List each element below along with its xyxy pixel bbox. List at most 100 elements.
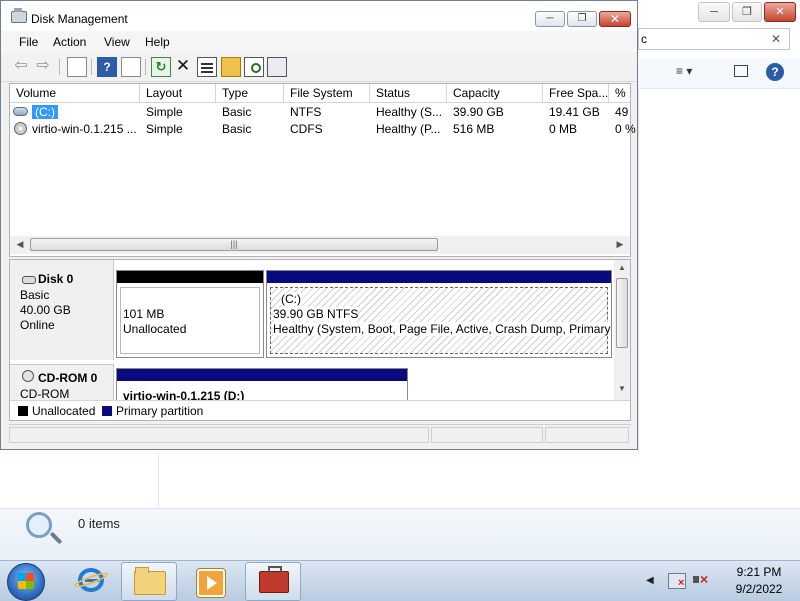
vertical-scrollbar[interactable]: ▲ ▼ bbox=[614, 260, 630, 406]
volume-capacity: 39.90 GB bbox=[453, 105, 504, 119]
disk-size: 40.00 GB bbox=[20, 303, 71, 317]
col-free-space[interactable]: Free Spa... bbox=[543, 84, 609, 102]
explorer-close-button[interactable]: ✕ bbox=[764, 2, 796, 22]
titlebar: Disk Management ─ ❐ ✕ bbox=[1, 1, 637, 31]
col-type[interactable]: Type bbox=[216, 84, 284, 102]
menu-help[interactable]: Help bbox=[145, 35, 170, 49]
volume-capacity: 516 MB bbox=[453, 122, 495, 136]
explorer-toolbar: ≡ ▾ ? bbox=[638, 58, 800, 89]
explorer-maximize-button[interactable]: ❐ bbox=[732, 2, 762, 22]
col-file-system[interactable]: File System bbox=[284, 84, 370, 102]
status-panel bbox=[9, 427, 429, 443]
settings-icon[interactable] bbox=[267, 57, 287, 77]
open-folder-icon[interactable] bbox=[221, 57, 241, 77]
scroll-right-icon[interactable]: ▶ bbox=[614, 238, 626, 251]
explorer-search-bar[interactable]: c ✕ bbox=[638, 28, 800, 50]
clock-date[interactable]: 9/2/2022 bbox=[724, 582, 794, 596]
minimize-button[interactable]: ─ bbox=[535, 11, 565, 27]
col-percent-free[interactable]: % F bbox=[609, 84, 630, 102]
taskbar-internet-explorer[interactable] bbox=[64, 562, 118, 599]
status-panel bbox=[545, 427, 629, 443]
c-drive-partition[interactable]: (C:) 39.90 GB NTFS Healthy (System, Boot… bbox=[266, 270, 612, 358]
primary-partition-bar bbox=[117, 369, 407, 381]
partition-desc: Unallocated bbox=[123, 322, 187, 336]
volume-percent-free: 49 bbox=[615, 105, 629, 119]
partition-size: 101 MB bbox=[123, 307, 165, 321]
item-count: 0 items bbox=[78, 516, 120, 531]
up-one-level-icon[interactable] bbox=[67, 57, 87, 77]
refresh-icon[interactable]: ↻ bbox=[151, 57, 171, 77]
unallocated-bar bbox=[117, 271, 263, 283]
explorer-nav-divider bbox=[158, 452, 159, 507]
volume-row[interactable]: (C:) Simple Basic NTFS Healthy (S... 39.… bbox=[10, 104, 630, 120]
scroll-up-icon[interactable]: ▲ bbox=[616, 263, 628, 275]
unallocated-partition[interactable]: 101 MB Unallocated bbox=[116, 270, 264, 358]
col-capacity[interactable]: Capacity bbox=[447, 84, 543, 102]
volume-layout: Simple bbox=[146, 105, 183, 119]
show-hide-console-icon[interactable] bbox=[121, 57, 141, 77]
cd-drive-icon bbox=[14, 122, 27, 135]
vertical-scroll-thumb[interactable] bbox=[616, 278, 628, 348]
network-disconnected-icon[interactable] bbox=[668, 573, 686, 589]
menubar: File Action View Help bbox=[1, 31, 637, 53]
clear-search-icon[interactable]: ✕ bbox=[771, 32, 781, 46]
cdrom-0-label-panel[interactable]: CD-ROM 0 CD-ROM bbox=[10, 364, 114, 404]
delete-icon[interactable]: ✕ bbox=[173, 57, 193, 77]
partition-label: (C:) bbox=[281, 292, 301, 306]
horizontal-scroll-thumb[interactable]: ||| bbox=[30, 238, 438, 251]
taskbar-disk-management[interactable] bbox=[245, 562, 301, 601]
volume-row[interactable]: virtio-win-0.1.215 ... Simple Basic CDFS… bbox=[10, 121, 636, 137]
help-icon[interactable]: ? bbox=[766, 63, 784, 81]
views-icon[interactable]: ≡ ▾ bbox=[676, 64, 692, 78]
properties-icon[interactable] bbox=[197, 57, 217, 77]
explorer-search-text: c bbox=[641, 32, 647, 46]
menu-view[interactable]: View bbox=[104, 35, 130, 49]
scroll-down-icon[interactable]: ▼ bbox=[616, 384, 628, 396]
maximize-button[interactable]: ❐ bbox=[567, 11, 597, 27]
volume-muted-icon[interactable] bbox=[692, 571, 708, 587]
explorer-pane-divider bbox=[638, 88, 639, 453]
search-icon[interactable] bbox=[244, 57, 264, 77]
volume-file-system: NTFS bbox=[290, 105, 322, 119]
media-player-icon bbox=[197, 569, 225, 597]
disk-graphical-view: Disk 0 Basic 40.00 GB Online 101 MB Unal… bbox=[9, 259, 631, 421]
back-icon[interactable]: ⇦ bbox=[11, 57, 31, 77]
col-volume[interactable]: Volume bbox=[10, 84, 140, 102]
show-hidden-icons-icon[interactable]: ◀ bbox=[646, 575, 662, 589]
status-bar bbox=[9, 424, 631, 447]
hard-drive-icon bbox=[13, 107, 28, 116]
volume-name: virtio-win-0.1.215 ... bbox=[32, 122, 137, 136]
legend: Unallocated Primary partition bbox=[10, 400, 630, 420]
explorer-caption-buttons: ─ ❐ ✕ bbox=[698, 2, 796, 22]
taskbar-windows-explorer[interactable] bbox=[121, 562, 177, 601]
menu-file[interactable]: File bbox=[19, 35, 38, 49]
legend-primary-partition: Primary partition bbox=[116, 404, 204, 418]
volume-name: (C:) bbox=[32, 105, 58, 119]
scroll-left-icon[interactable]: ◀ bbox=[14, 238, 26, 251]
explorer-minimize-button[interactable]: ─ bbox=[698, 2, 730, 22]
volume-list[interactable]: Volume Layout Type File System Status Ca… bbox=[9, 83, 636, 257]
clock-time[interactable]: 9:21 PM bbox=[724, 565, 794, 579]
volume-file-system: CDFS bbox=[290, 122, 323, 136]
close-button[interactable]: ✕ bbox=[599, 11, 631, 27]
forward-icon[interactable]: ⇨ bbox=[33, 57, 53, 77]
search-magnifier-icon bbox=[26, 512, 52, 538]
taskbar: ◀ 9:21 PM 9/2/2022 bbox=[0, 560, 800, 601]
disk-name: CD-ROM 0 bbox=[38, 371, 98, 385]
menu-action[interactable]: Action bbox=[53, 35, 86, 49]
col-status[interactable]: Status bbox=[370, 84, 447, 102]
disk-name: Disk 0 bbox=[38, 272, 74, 286]
disk-0-label-panel[interactable]: Disk 0 Basic 40.00 GB Online bbox=[10, 260, 114, 360]
taskbar-media-player[interactable] bbox=[182, 562, 236, 599]
windows-logo-icon bbox=[18, 573, 34, 589]
horizontal-scrollbar[interactable]: ◀ ||| ▶ bbox=[10, 236, 630, 254]
start-button[interactable] bbox=[7, 563, 45, 601]
explorer-search-input[interactable]: c ✕ bbox=[638, 28, 790, 50]
help-icon[interactable]: ? bbox=[97, 57, 117, 77]
volume-free-space: 0 MB bbox=[549, 122, 578, 136]
toolbar-separator bbox=[91, 59, 92, 75]
col-layout[interactable]: Layout bbox=[140, 84, 216, 102]
d-drive-partition[interactable]: virtio-win-0.1.215 (D:) bbox=[116, 368, 408, 404]
cd-rom-icon bbox=[22, 370, 34, 382]
preview-pane-icon[interactable] bbox=[734, 65, 748, 77]
